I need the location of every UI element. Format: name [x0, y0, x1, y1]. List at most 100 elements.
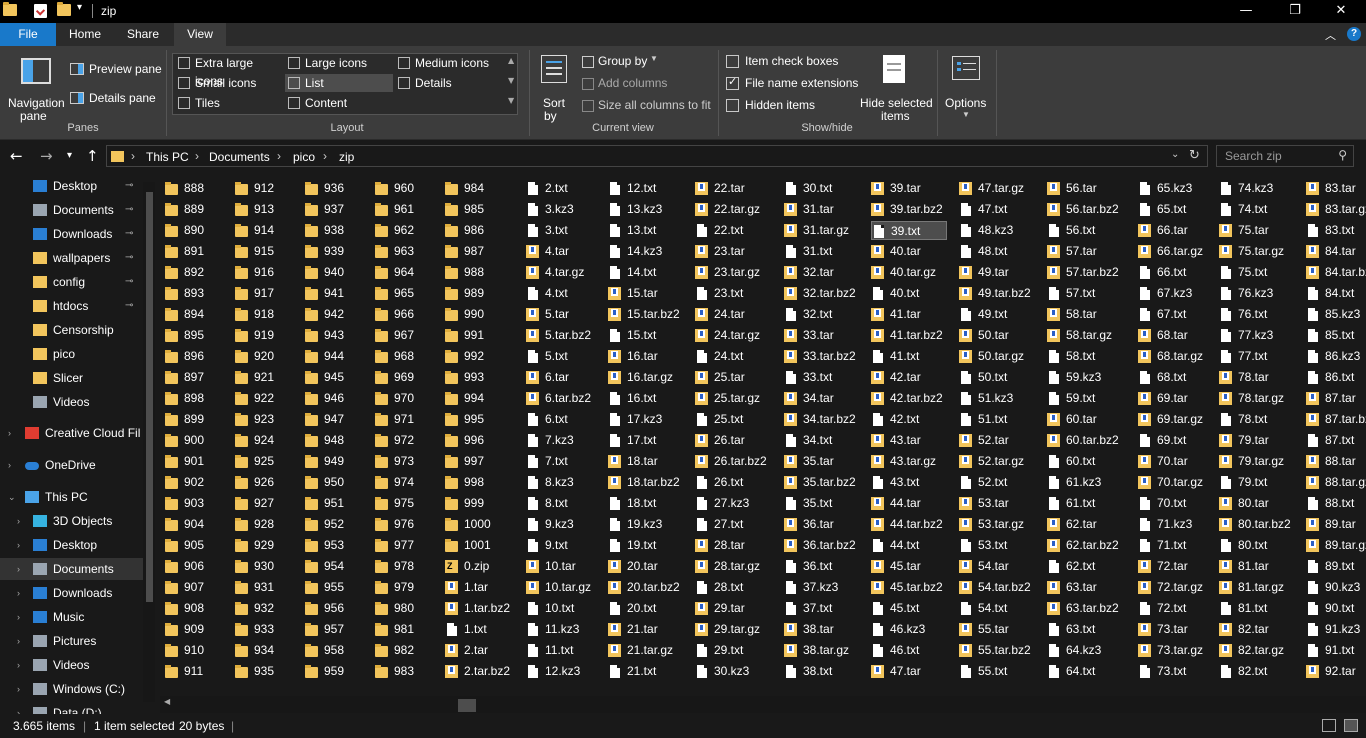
sidebar-item-slicer[interactable]: Slicer: [0, 367, 150, 389]
folder-item[interactable]: 995: [445, 410, 527, 429]
address-bar[interactable]: › This PC › Documents › pico › zip ⌄ ↻: [106, 145, 1208, 167]
file-item[interactable]: 13.kz3: [608, 200, 690, 219]
file-item[interactable]: 69.txt: [1138, 431, 1220, 450]
layout-tiles[interactable]: Tiles: [175, 94, 283, 112]
file-item[interactable]: 8.txt: [526, 494, 608, 513]
file-item[interactable]: 46.kz3: [871, 620, 953, 639]
file-item[interactable]: 32.txt: [784, 305, 866, 324]
back-icon[interactable]: ←: [10, 147, 23, 165]
file-item[interactable]: 10.tar.gz: [526, 578, 608, 597]
file-item[interactable]: 27.txt: [695, 515, 777, 534]
sidebar-item-this-pc[interactable]: ⌄ This PC: [0, 486, 150, 508]
breadcrumb-separator[interactable]: ›: [277, 149, 281, 163]
layout-medium-icons[interactable]: Medium icons: [395, 54, 503, 72]
layout-small-icons[interactable]: Small icons: [175, 74, 283, 92]
file-item[interactable]: 16.tar: [608, 347, 690, 366]
file-item[interactable]: 79.txt: [1219, 473, 1301, 492]
sidebar-item-documents[interactable]: Documents ⊸: [0, 199, 150, 221]
file-item[interactable]: 18.txt: [608, 494, 690, 513]
file-item[interactable]: 36.txt: [784, 557, 866, 576]
file-item[interactable]: 33.tar.bz2: [784, 347, 866, 366]
breadcrumb-separator[interactable]: ›: [323, 149, 327, 163]
folder-item[interactable]: 996: [445, 431, 527, 450]
file-item[interactable]: 82.txt: [1219, 662, 1301, 681]
file-item[interactable]: 71.kz3: [1138, 515, 1220, 534]
forward-icon[interactable]: →: [40, 147, 53, 165]
chevron-down-icon[interactable]: ⌄: [8, 486, 16, 508]
file-item[interactable]: 38.txt: [784, 662, 866, 681]
file-item[interactable]: 24.tar.gz: [695, 326, 777, 345]
file-item[interactable]: 7.kz3: [526, 431, 608, 450]
sidebar-item-videos[interactable]: Videos: [0, 391, 150, 413]
file-item[interactable]: 44.tar: [871, 494, 953, 513]
file-item[interactable]: 42.txt: [871, 410, 953, 429]
file-item[interactable]: 80.tar.bz2: [1219, 515, 1301, 534]
file-item[interactable]: 32.tar.bz2: [784, 284, 866, 303]
file-item[interactable]: 80.tar: [1219, 494, 1301, 513]
sidebar-item-htdocs[interactable]: htdocs ⊸: [0, 295, 150, 317]
file-item[interactable]: 45.tar: [871, 557, 953, 576]
file-item[interactable]: 0.zip: [445, 557, 527, 576]
file-item[interactable]: 58.tar.gz: [1047, 326, 1129, 345]
file-item[interactable]: 12.kz3: [526, 662, 608, 681]
size-all-columns-button[interactable]: Size all columns to fit: [580, 97, 714, 115]
file-item[interactable]: 59.kz3: [1047, 368, 1129, 387]
file-item[interactable]: 30.txt: [784, 179, 866, 198]
file-item[interactable]: 53.txt: [959, 536, 1041, 555]
collapse-ribbon-icon[interactable]: ︿: [1325, 27, 1336, 43]
file-item[interactable]: 51.txt: [959, 410, 1041, 429]
large-icons-view-icon[interactable]: [1344, 719, 1358, 732]
file-item[interactable]: 36.tar.bz2: [784, 536, 866, 555]
hide-selected-items-button[interactable]: Hide selected items: [856, 52, 933, 123]
file-item[interactable]: 68.tar.gz: [1138, 347, 1220, 366]
folder-item[interactable]: 988: [445, 263, 527, 282]
file-item[interactable]: 57.tar.bz2: [1047, 263, 1129, 282]
file-item[interactable]: 92.tar: [1306, 662, 1366, 681]
file-item[interactable]: 20.tar: [608, 557, 690, 576]
file-item[interactable]: 40.tar: [871, 242, 953, 261]
file-item[interactable]: 29.tar.gz: [695, 620, 777, 639]
file-item[interactable]: 63.txt: [1047, 620, 1129, 639]
file-item[interactable]: 3.txt: [526, 221, 608, 240]
file-item[interactable]: 43.txt: [871, 473, 953, 492]
sidebar-item-censorship[interactable]: Censorship: [0, 319, 150, 341]
file-item[interactable]: 64.txt: [1047, 662, 1129, 681]
file-item[interactable]: 31.txt: [784, 242, 866, 261]
file-item[interactable]: 36.tar: [784, 515, 866, 534]
file-item[interactable]: 22.txt: [695, 221, 777, 240]
details-view-icon[interactable]: [1322, 719, 1336, 732]
file-item[interactable]: 64.kz3: [1047, 641, 1129, 660]
breadcrumb-documents[interactable]: Documents: [209, 150, 270, 164]
file-item[interactable]: 65.txt: [1138, 200, 1220, 219]
file-item[interactable]: 81.tar: [1219, 557, 1301, 576]
file-item[interactable]: 15.tar: [608, 284, 690, 303]
navigation-pane-button[interactable]: Navigation pane: [6, 52, 66, 123]
sidebar-item-pico[interactable]: pico: [0, 343, 150, 365]
file-item[interactable]: 91.kz3: [1306, 620, 1366, 639]
sidebar-item-creative-cloud-fil[interactable]: › Creative Cloud Fil: [0, 422, 150, 444]
file-item[interactable]: 5.tar.bz2: [526, 326, 608, 345]
file-item[interactable]: 75.tar: [1219, 221, 1301, 240]
file-item[interactable]: 56.tar: [1047, 179, 1129, 198]
file-item[interactable]: 30.kz3: [695, 662, 777, 681]
layout-details[interactable]: Details: [395, 74, 503, 92]
file-item[interactable]: 55.tar.bz2: [959, 641, 1041, 660]
file-item[interactable]: 21.txt: [608, 662, 690, 681]
file-item[interactable]: 65.kz3: [1138, 179, 1220, 198]
file-item[interactable]: 42.tar.bz2: [871, 389, 953, 408]
file-item[interactable]: 5.txt: [526, 347, 608, 366]
file-item[interactable]: 48.kz3: [959, 221, 1041, 240]
layout-large-icons[interactable]: Large icons: [285, 54, 393, 72]
sidebar-item-desktop[interactable]: Desktop ⊸: [0, 175, 150, 197]
file-item[interactable]: 67.txt: [1138, 305, 1220, 324]
folder-item[interactable]: 986: [445, 221, 527, 240]
file-item[interactable]: 26.txt: [695, 473, 777, 492]
layout-scroll-down-icon[interactable]: ▼: [508, 76, 514, 85]
properties-icon[interactable]: [34, 4, 47, 18]
file-item[interactable]: 23.tar.gz: [695, 263, 777, 282]
file-item[interactable]: 87.txt: [1306, 431, 1366, 450]
file-item[interactable]: 48.txt: [959, 242, 1041, 261]
file-item[interactable]: 89.tar: [1306, 515, 1366, 534]
folder-item[interactable]: 993: [445, 368, 527, 387]
tab-view[interactable]: View: [174, 23, 226, 46]
